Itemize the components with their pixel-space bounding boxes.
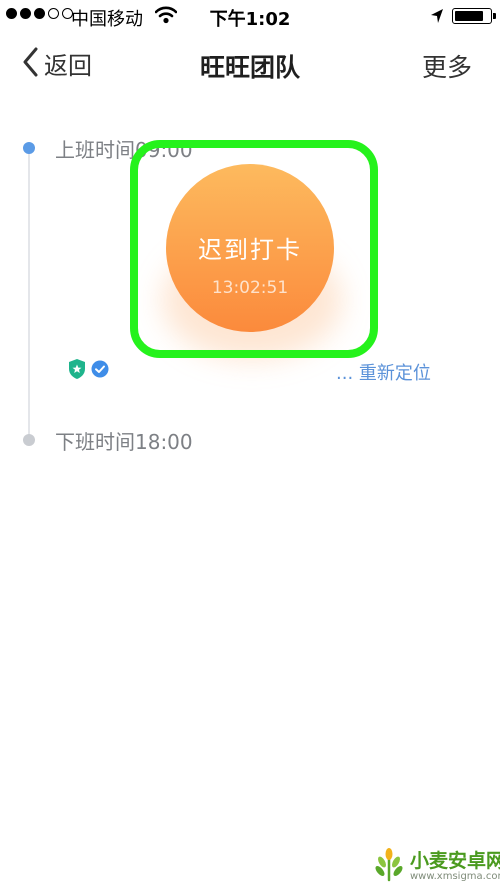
wheat-logo-icon (372, 846, 406, 886)
location-arrow-icon (430, 8, 444, 28)
work-start-time: 上班时间09:00 (55, 138, 193, 162)
status-bar: 中国移动 下午1:02 (0, 0, 500, 34)
watermark-brand: 小麦安卓网 (410, 849, 500, 872)
back-label: 返回 (44, 52, 92, 80)
more-button[interactable]: 更多 (422, 48, 472, 84)
chevron-left-icon (22, 47, 38, 81)
work-end-time: 下班时间18:00 (55, 430, 193, 454)
shield-star-icon (67, 358, 87, 384)
carrier-name: 中国移动 (71, 9, 143, 30)
battery-icon (452, 8, 496, 24)
verification-badges (67, 358, 109, 384)
timeline-start-dot (23, 142, 35, 154)
wifi-icon (154, 6, 178, 28)
signal-strength-icon (6, 8, 73, 19)
battery-level (455, 11, 484, 21)
clock-in-label: 迟到打卡 (198, 236, 302, 264)
back-button[interactable]: 返回 (22, 46, 92, 81)
verified-check-icon (91, 360, 109, 382)
watermark: 小麦安卓网 www.xmsigma.com (372, 846, 500, 886)
late-clock-in-button[interactable]: 迟到打卡 13:02:51 (166, 164, 334, 332)
timeline-line (28, 148, 30, 440)
nav-bar: 返回 旺旺团队 更多 (0, 34, 500, 100)
relocate-link[interactable]: ... 重新定位 (336, 359, 431, 385)
watermark-url: www.xmsigma.com (410, 870, 500, 882)
clock-in-time: 13:02:51 (211, 278, 289, 298)
timeline-end-dot (23, 434, 35, 446)
